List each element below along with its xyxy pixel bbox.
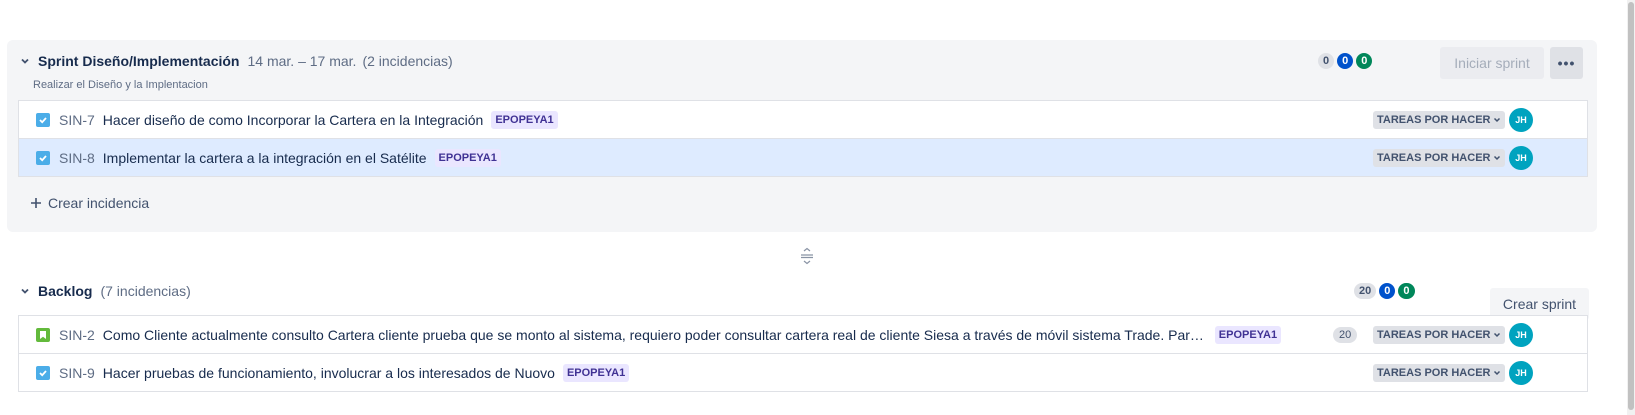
issue-key[interactable]: SIN-7 xyxy=(59,112,95,128)
start-sprint-button[interactable]: Iniciar sprint xyxy=(1440,47,1544,79)
status-label: TAREAS POR HACER xyxy=(1377,367,1491,379)
issue-key[interactable]: SIN-8 xyxy=(59,150,95,166)
issue-key[interactable]: SIN-2 xyxy=(59,327,95,343)
issue-row[interactable]: SIN-7 Hacer diseño de como Incorporar la… xyxy=(18,100,1588,139)
scrollbar-thumb[interactable] xyxy=(1628,2,1634,410)
task-icon xyxy=(36,112,50,127)
sprint-header[interactable]: Sprint Diseño/Implementación 14 mar. – 1… xyxy=(0,41,1635,81)
status-dropdown[interactable]: TAREAS POR HACER xyxy=(1373,149,1506,167)
issue-row[interactable]: SIN-9 Hacer pruebas de funcionamiento, i… xyxy=(18,353,1588,392)
chevron-down-icon xyxy=(1494,117,1501,123)
backlog-title[interactable]: Backlog xyxy=(38,283,92,299)
sprint-issue-count: (2 incidencias) xyxy=(362,53,453,69)
in-progress-count-badge: 0 xyxy=(1379,283,1396,299)
chevron-down-icon xyxy=(1494,370,1501,376)
assignee-avatar[interactable]: JH xyxy=(1509,146,1533,170)
task-icon xyxy=(36,150,50,165)
create-issue-label: Crear incidencia xyxy=(48,195,150,211)
issue-summary[interactable]: Hacer pruebas de funcionamiento, involuc… xyxy=(103,365,555,381)
status-dropdown[interactable]: TAREAS POR HACER xyxy=(1373,364,1506,382)
story-points-badge: 20 xyxy=(1333,327,1358,343)
more-actions-button[interactable]: ••• xyxy=(1550,47,1583,79)
done-count-badge: 0 xyxy=(1356,53,1373,69)
status-label: TAREAS POR HACER xyxy=(1377,152,1491,164)
chevron-down-icon xyxy=(1494,155,1501,161)
story-icon xyxy=(36,327,50,342)
resize-handle-icon[interactable] xyxy=(799,247,815,265)
epic-badge[interactable]: EPOPEYA1 xyxy=(434,148,501,167)
task-icon xyxy=(36,365,50,380)
chevron-down-icon[interactable] xyxy=(20,286,30,296)
epic-badge[interactable]: EPOPEYA1 xyxy=(562,363,630,382)
status-label: TAREAS POR HACER xyxy=(1377,329,1491,341)
assignee-avatar[interactable]: JH xyxy=(1509,108,1533,132)
assignee-avatar[interactable]: JH xyxy=(1509,361,1533,385)
backlog-status-counts: 20 0 0 xyxy=(1354,283,1415,299)
done-count-badge: 0 xyxy=(1398,283,1415,299)
sprint-status-counts: 0 0 0 xyxy=(1318,53,1373,69)
epic-badge[interactable]: EPOPEYA1 xyxy=(1214,325,1282,344)
assignee-avatar[interactable]: JH xyxy=(1509,323,1533,347)
issue-key[interactable]: SIN-9 xyxy=(59,365,95,381)
epic-badge[interactable]: EPOPEYA1 xyxy=(491,110,558,129)
in-progress-count-badge: 0 xyxy=(1337,53,1354,69)
todo-count-badge: 20 xyxy=(1354,283,1377,299)
sprint-title[interactable]: Sprint Diseño/Implementación xyxy=(38,53,239,69)
issue-summary[interactable]: Como Cliente actualmente consulto Carter… xyxy=(103,327,1207,343)
chevron-down-icon xyxy=(1494,332,1501,338)
create-issue-button[interactable]: Crear incidencia xyxy=(30,195,149,211)
sprint-goal: Realizar el Diseño y la Implentacion xyxy=(33,79,208,91)
issue-summary[interactable]: Implementar la cartera a la integración … xyxy=(103,150,427,166)
issue-row[interactable]: SIN-8 Implementar la cartera a la integr… xyxy=(18,138,1588,177)
status-dropdown[interactable]: TAREAS POR HACER xyxy=(1373,326,1506,344)
backlog-page: Sprint Diseño/Implementación 14 mar. – 1… xyxy=(0,0,1635,415)
plus-icon xyxy=(31,198,41,208)
todo-count-badge: 0 xyxy=(1318,53,1335,69)
issue-summary[interactable]: Hacer diseño de como Incorporar la Carte… xyxy=(103,112,484,128)
backlog-issue-count: (7 incidencias) xyxy=(100,283,191,299)
chevron-down-icon[interactable] xyxy=(20,56,30,66)
status-label: TAREAS POR HACER xyxy=(1377,114,1491,126)
issue-row[interactable]: SIN-2 Como Cliente actualmente consulto … xyxy=(18,315,1588,354)
status-dropdown[interactable]: TAREAS POR HACER xyxy=(1373,111,1506,129)
sprint-dates: 14 mar. – 17 mar. xyxy=(247,53,357,69)
